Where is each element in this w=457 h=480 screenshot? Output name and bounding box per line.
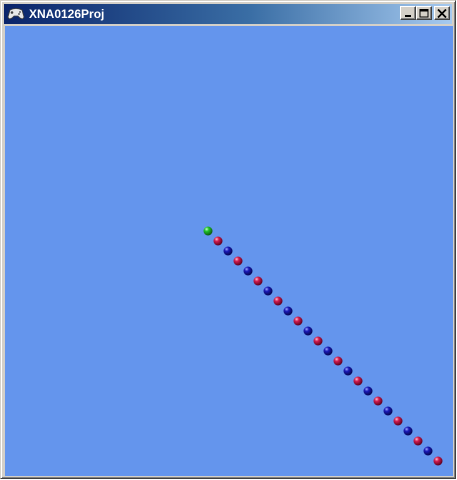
sprite-red <box>393 416 403 426</box>
xna-gamepad-icon[interactable] <box>7 6 25 22</box>
sprite-blue <box>323 346 333 356</box>
title-bar-controls <box>400 6 450 20</box>
sprite-red <box>433 456 443 466</box>
sprite-blue <box>283 306 293 316</box>
sprite-blue <box>243 266 253 276</box>
game-viewport[interactable] <box>5 26 453 476</box>
sprite-red <box>233 256 243 266</box>
close-icon <box>437 8 447 18</box>
sprite-blue <box>423 446 433 456</box>
sprite-blue <box>383 406 393 416</box>
close-button[interactable] <box>434 6 450 20</box>
sprite-red <box>253 276 263 286</box>
maximize-button[interactable] <box>416 6 432 20</box>
sprite-blue <box>343 366 353 376</box>
app-window: XNA0126Proj <box>0 0 456 479</box>
sprite-red <box>293 316 303 326</box>
minimize-icon <box>405 14 411 17</box>
sprite-red <box>373 396 383 406</box>
sprite-red <box>413 436 423 446</box>
sprite-red <box>313 336 323 346</box>
window-title: XNA0126Proj <box>29 7 105 21</box>
sprite-head <box>203 226 213 236</box>
sprite-blue <box>263 286 273 296</box>
sprite-red <box>213 236 223 246</box>
sprite-blue <box>303 326 313 336</box>
sprite-blue <box>223 246 233 256</box>
sprite-red <box>273 296 283 306</box>
title-bar[interactable]: XNA0126Proj <box>4 4 452 24</box>
sprite-blue <box>363 386 373 396</box>
game-canvas <box>203 226 443 466</box>
minimize-button[interactable] <box>400 6 416 20</box>
maximize-icon <box>419 8 429 17</box>
sprite-chain <box>203 226 443 466</box>
sprite-blue <box>403 426 413 436</box>
sprite-red <box>353 376 363 386</box>
sprite-red <box>333 356 343 366</box>
